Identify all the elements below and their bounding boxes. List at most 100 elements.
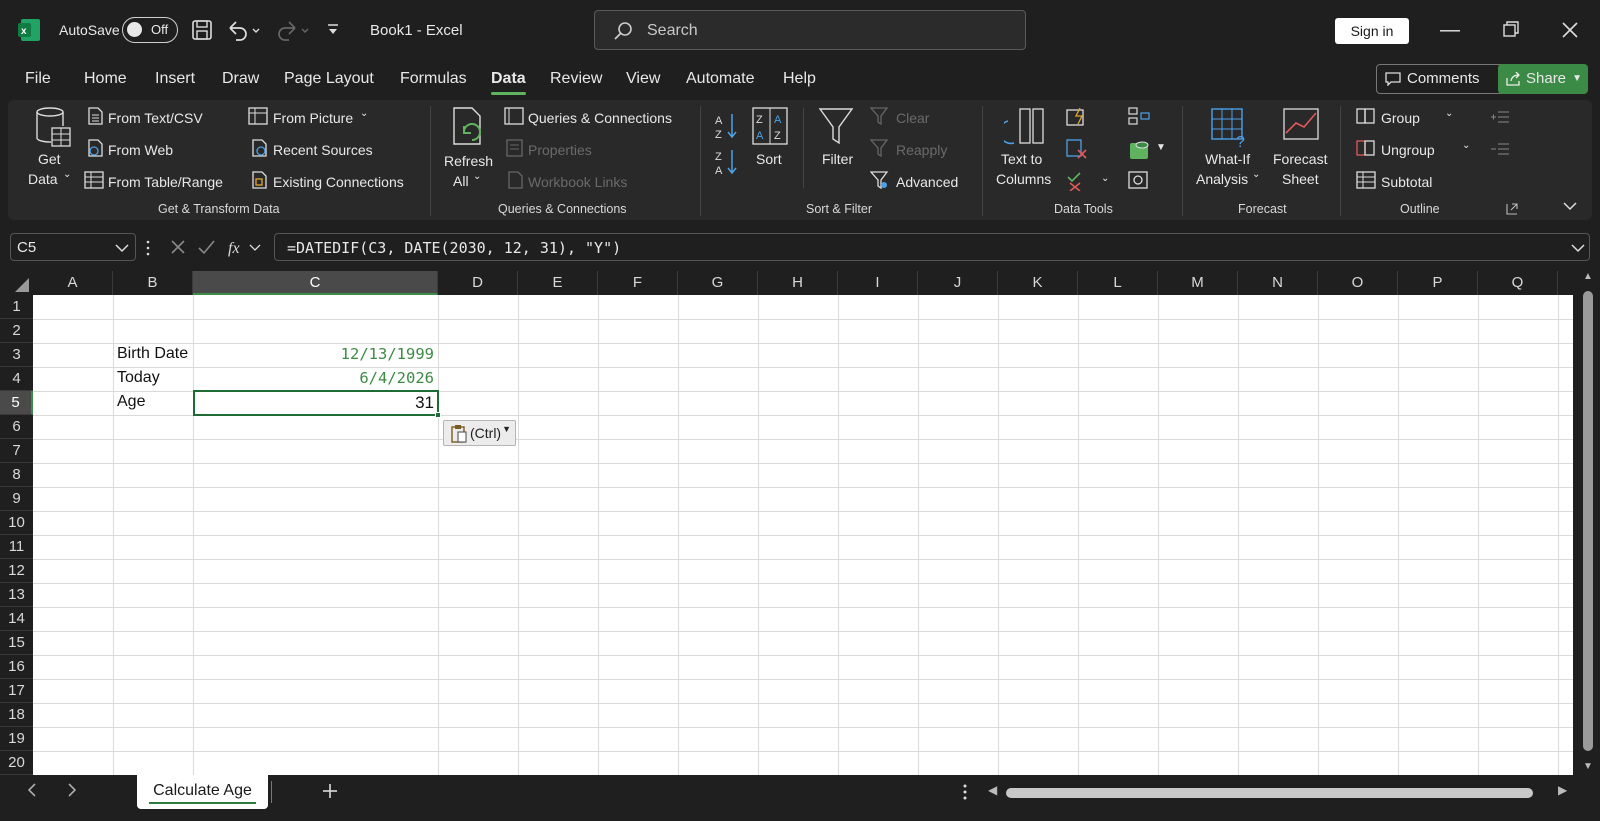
row-header-9[interactable]: 9: [0, 487, 33, 511]
col-header-g[interactable]: G: [678, 271, 758, 295]
row-header-6[interactable]: 6: [0, 415, 33, 439]
relationships-icon[interactable]: [1128, 171, 1150, 191]
row-header-4[interactable]: 4: [0, 367, 33, 391]
tab-automate[interactable]: Automate: [686, 70, 754, 88]
col-header-d[interactable]: D: [438, 271, 518, 295]
from-table-range-button[interactable]: From Table/Range: [108, 174, 223, 190]
scroll-right-icon[interactable]: ▶: [1558, 783, 1567, 797]
close-icon[interactable]: [1556, 16, 1584, 44]
undo-icon[interactable]: [226, 19, 262, 41]
tab-help[interactable]: Help: [783, 70, 816, 88]
refresh-chevron-down-icon[interactable]: ⌄: [473, 171, 481, 182]
data-validation-chevron-down-icon[interactable]: ⌄: [1101, 173, 1109, 184]
row-header-2[interactable]: 2: [0, 319, 33, 343]
refresh-all-label-2[interactable]: All: [453, 173, 469, 189]
col-header-h[interactable]: H: [758, 271, 838, 295]
ungroup-button[interactable]: Ungroup: [1381, 142, 1435, 158]
minimize-icon[interactable]: —: [1436, 16, 1464, 44]
tab-review[interactable]: Review: [550, 70, 602, 88]
row-header-20[interactable]: 20: [0, 751, 33, 775]
add-sheet-icon[interactable]: [322, 783, 338, 799]
hide-detail-icon[interactable]: [1490, 141, 1510, 157]
row-header-14[interactable]: 14: [0, 607, 33, 631]
get-data-label-2[interactable]: Data: [28, 171, 58, 187]
row-header-5[interactable]: 5: [0, 391, 33, 415]
filter-button[interactable]: Filter: [822, 151, 853, 167]
cell-b3[interactable]: Birth Date: [117, 345, 188, 363]
ungroup-chevron-down-icon[interactable]: ⌄: [1462, 140, 1470, 151]
collapse-ribbon-icon[interactable]: [1562, 200, 1578, 212]
paste-options-button[interactable]: (Ctrl) ▼: [443, 420, 516, 446]
show-detail-icon[interactable]: [1490, 109, 1510, 125]
next-sheet-icon[interactable]: [66, 783, 78, 797]
sheet-tab-calculate-age[interactable]: Calculate Age: [137, 775, 268, 809]
row-header-17[interactable]: 17: [0, 679, 33, 703]
data-model-chevron-down-icon[interactable]: ▼: [1156, 142, 1166, 153]
existing-connections-button[interactable]: Existing Connections: [273, 174, 404, 190]
row-header-8[interactable]: 8: [0, 463, 33, 487]
sign-in-button[interactable]: Sign in: [1335, 18, 1409, 44]
redo-icon[interactable]: [275, 19, 311, 41]
row-header-11[interactable]: 11: [0, 535, 33, 559]
outline-dialog-launcher-icon[interactable]: [1506, 203, 1518, 215]
col-header-l[interactable]: L: [1078, 271, 1158, 295]
consolidate-icon[interactable]: [1128, 107, 1150, 127]
row-header-19[interactable]: 19: [0, 727, 33, 751]
row-header-13[interactable]: 13: [0, 583, 33, 607]
col-header-k[interactable]: K: [998, 271, 1078, 295]
row-header-7[interactable]: 7: [0, 439, 33, 463]
customize-qat-icon[interactable]: [326, 22, 340, 38]
text-to-columns-label[interactable]: Text to: [1001, 151, 1042, 167]
share-button[interactable]: Share ▼: [1498, 64, 1588, 94]
row-header-10[interactable]: 10: [0, 511, 33, 535]
row-header-12[interactable]: 12: [0, 559, 33, 583]
subtotal-button[interactable]: Subtotal: [1381, 174, 1432, 190]
tab-home[interactable]: Home: [84, 70, 127, 88]
vertical-scroll-thumb[interactable]: [1583, 291, 1593, 751]
cell-grid[interactable]: Birth Date 12/13/1999 Today 6/4/2026 Age…: [33, 295, 1573, 775]
what-if-label[interactable]: What-If: [1205, 151, 1250, 167]
tab-view[interactable]: View: [626, 70, 660, 88]
col-header-i[interactable]: I: [838, 271, 918, 295]
data-model-icon[interactable]: [1128, 139, 1152, 161]
col-header-e[interactable]: E: [518, 271, 598, 295]
get-data-chevron-down-icon[interactable]: ⌄: [63, 169, 71, 180]
sort-az-icon[interactable]: A Z Z A: [714, 110, 740, 180]
scroll-up-icon[interactable]: ▲: [1583, 271, 1593, 282]
reapply-button[interactable]: Reapply: [896, 142, 947, 158]
row-header-1[interactable]: 1: [0, 295, 33, 319]
col-header-n[interactable]: N: [1238, 271, 1318, 295]
more-options-icon[interactable]: [962, 783, 968, 801]
from-web-button[interactable]: From Web: [108, 142, 173, 158]
row-header-15[interactable]: 15: [0, 631, 33, 655]
from-picture-button[interactable]: From Picture: [273, 110, 353, 126]
cell-b5[interactable]: Age: [117, 393, 145, 411]
cell-c3[interactable]: 12/13/1999: [193, 345, 434, 363]
row-header-18[interactable]: 18: [0, 703, 33, 727]
refresh-all-label[interactable]: Refresh: [444, 153, 493, 169]
properties-button[interactable]: Properties: [528, 142, 592, 158]
col-header-c[interactable]: C: [193, 271, 438, 295]
get-data-label[interactable]: Get: [38, 151, 61, 167]
col-header-a[interactable]: A: [33, 271, 113, 295]
row-header-3[interactable]: 3: [0, 343, 33, 367]
restore-icon[interactable]: [1496, 16, 1524, 44]
cell-c4[interactable]: 6/4/2026: [193, 369, 434, 387]
group-chevron-down-icon[interactable]: ⌄: [1445, 108, 1453, 119]
search-box[interactable]: Search: [594, 10, 1026, 50]
advanced-button[interactable]: Advanced: [896, 174, 958, 190]
what-if-chevron-down-icon[interactable]: ⌄: [1252, 169, 1260, 180]
text-to-columns-label-2[interactable]: Columns: [996, 171, 1051, 187]
prev-sheet-icon[interactable]: [26, 783, 38, 797]
scroll-down-icon[interactable]: ▼: [1583, 761, 1593, 772]
expand-formula-bar-icon[interactable]: [1571, 243, 1585, 253]
col-header-j[interactable]: J: [918, 271, 998, 295]
col-header-p[interactable]: P: [1398, 271, 1478, 295]
col-header-q[interactable]: Q: [1478, 271, 1558, 295]
tab-file[interactable]: File: [25, 70, 51, 88]
formula-input[interactable]: =DATEDIF(C3, DATE(2030, 12, 31), "Y"): [274, 233, 1590, 261]
col-header-m[interactable]: M: [1158, 271, 1238, 295]
select-all-icon[interactable]: [14, 277, 30, 293]
flash-fill-icon[interactable]: [1066, 107, 1088, 127]
cell-b4[interactable]: Today: [117, 369, 160, 387]
